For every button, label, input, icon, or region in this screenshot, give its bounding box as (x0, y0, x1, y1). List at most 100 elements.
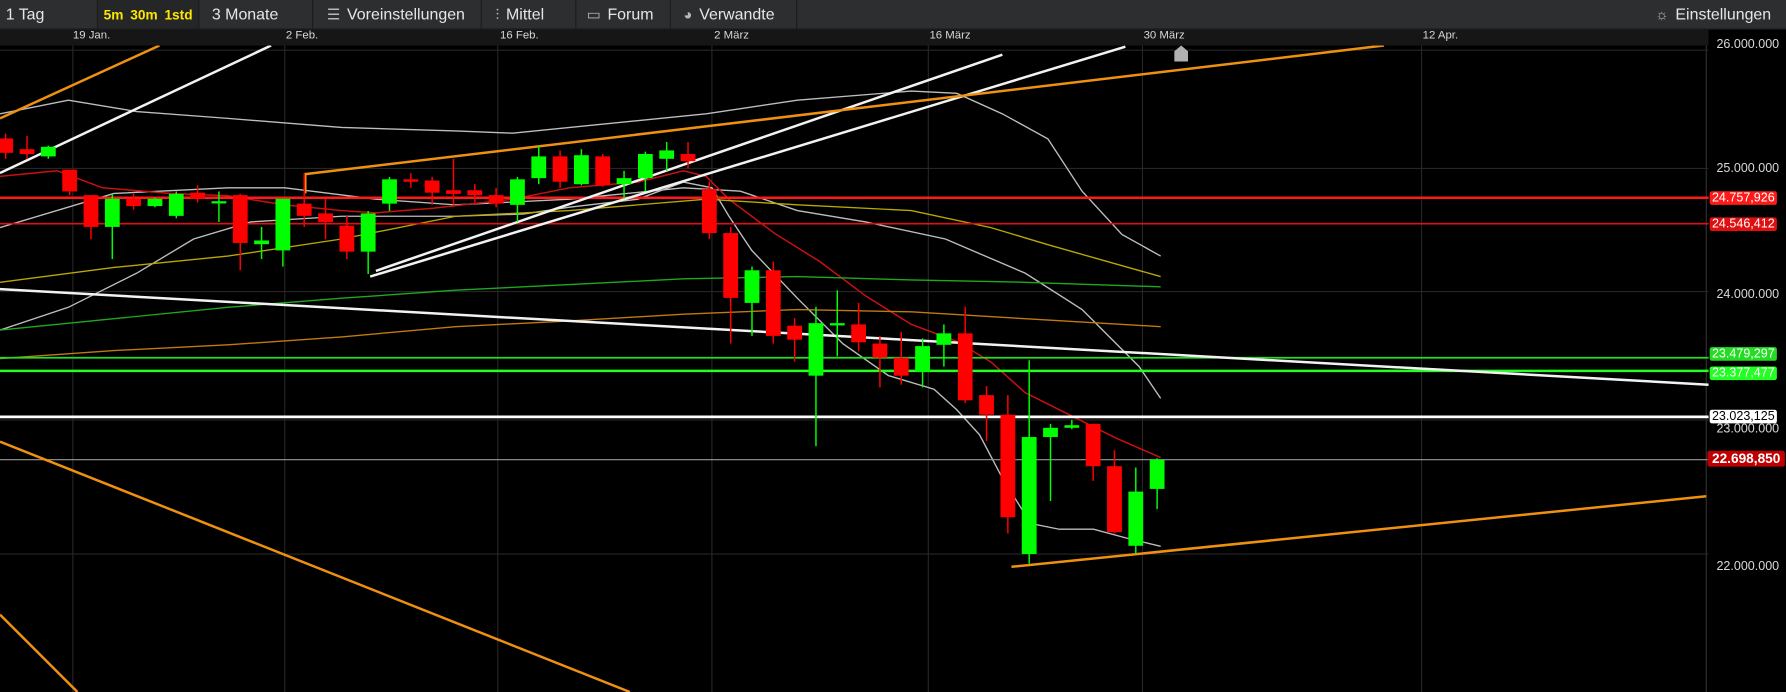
price-level-tag: 23.479,297 (1709, 347, 1777, 362)
candle-body (104, 198, 120, 227)
candle-body (872, 343, 888, 358)
candle (126, 193, 142, 210)
candle-body (0, 138, 14, 153)
candle (488, 187, 504, 208)
price-level-tag: 23.023,125 (1709, 410, 1777, 424)
trendline-white-rising-a (369, 45, 1126, 278)
candle (979, 386, 994, 441)
candle-body (19, 149, 35, 155)
candle (872, 335, 888, 388)
candle (40, 145, 56, 159)
candle-body (467, 190, 483, 196)
candle (104, 193, 120, 260)
candle-body (62, 169, 78, 192)
range-select[interactable]: 3 Monate (199, 0, 314, 29)
candle-body (40, 146, 56, 157)
candle-body (403, 179, 419, 182)
candle (936, 324, 952, 367)
candle-body (126, 198, 142, 207)
candle (467, 184, 483, 203)
indicators-label: Mittel (506, 4, 545, 23)
trendlines (0, 44, 1709, 692)
candle-body (957, 333, 973, 401)
speech-bubble-icon: ▭ (586, 5, 601, 23)
candle-body (1107, 466, 1122, 533)
candles-icon: ⫶ (495, 5, 500, 23)
candle (637, 151, 653, 192)
candle-body (211, 201, 227, 204)
interval-select[interactable]: 1 Tag (0, 0, 98, 29)
forum-button[interactable]: ▭ Forum (576, 0, 671, 29)
candle (147, 197, 163, 208)
related-button[interactable]: ◕ Verwandte (671, 0, 798, 29)
candle-body (637, 154, 653, 179)
candle (403, 173, 419, 188)
price-axis-label: 23.000.000 (1716, 422, 1780, 436)
candle (254, 226, 269, 260)
candle (510, 176, 525, 223)
interval-5m-button[interactable]: 5m (104, 7, 124, 23)
candle-body (744, 270, 760, 303)
candle-body (1064, 425, 1080, 428)
price-axis-label: 22.000.000 (1716, 559, 1780, 574)
bollinger-lower (0, 181, 1161, 547)
candle (190, 185, 206, 203)
interval-30m-button[interactable]: 30m (130, 7, 157, 23)
candle (1085, 423, 1101, 481)
settings-button[interactable]: ☼ Einstellungen (1652, 0, 1786, 28)
interval-1std-button[interactable]: 1std (164, 7, 192, 23)
price-level-tag: 23.377,477 (1709, 366, 1777, 380)
candle (83, 195, 99, 240)
price-level-tag: 22.698,850 (1707, 450, 1785, 467)
date-label: 16 März (929, 29, 971, 43)
date-label: 2 März (714, 29, 749, 43)
candle-body (382, 179, 397, 204)
candle (808, 306, 824, 447)
sliders-icon: ☰ (326, 5, 341, 23)
price-axis-label: 24.000.000 (1716, 287, 1780, 302)
candle (574, 149, 589, 186)
date-label: 2 Feb. (285, 29, 319, 43)
candle-body (339, 225, 355, 252)
candle (595, 154, 611, 187)
moving-average-orange (0, 308, 1161, 360)
price-chart[interactable] (0, 0, 1786, 692)
trendline-white-rising-b (375, 53, 1003, 273)
settings-label: Einstellungen (1675, 4, 1772, 23)
candle-body (232, 195, 248, 243)
candle-body (1021, 437, 1037, 555)
date-label: 19 Jan. (72, 29, 111, 43)
candle (552, 150, 568, 188)
candle-body (893, 357, 909, 376)
price-axis-label: 26.000.000 (1716, 37, 1780, 52)
candle-body (765, 270, 781, 336)
presets-button[interactable]: ☰ Voreinstellungen (313, 0, 482, 29)
quick-intervals: 5m 30m 1std (97, 0, 200, 29)
candle-body (446, 190, 461, 194)
candle-body (851, 324, 867, 343)
price-axis-label: 25.000.000 (1716, 161, 1780, 176)
candle (1128, 467, 1144, 555)
candle-body (936, 333, 952, 345)
candle (0, 133, 14, 159)
candle-body (296, 203, 312, 216)
current-date-marker-icon[interactable] (1174, 45, 1189, 62)
candle-body (1149, 459, 1165, 489)
candle-body (808, 323, 824, 376)
candle-body (787, 325, 803, 340)
indicators-button[interactable]: ⫶ Mittel (482, 0, 577, 29)
candle-body (1043, 427, 1058, 438)
candle-body (424, 180, 440, 193)
trendline-orange-channel (304, 44, 1385, 194)
candle (275, 198, 291, 267)
candle (62, 169, 78, 196)
candle (744, 266, 760, 336)
candle (531, 145, 547, 185)
date-label: 12 Apr. (1422, 29, 1459, 43)
candle-body (1085, 423, 1101, 467)
candle-body (147, 198, 163, 207)
candle-body (829, 323, 845, 326)
candle-body (552, 156, 568, 182)
gear-icon: ☼ (1655, 5, 1669, 23)
chart-app: 19 Jan. 2 Feb. 16 Feb. 2 März 16 März 30… (0, 0, 1786, 692)
